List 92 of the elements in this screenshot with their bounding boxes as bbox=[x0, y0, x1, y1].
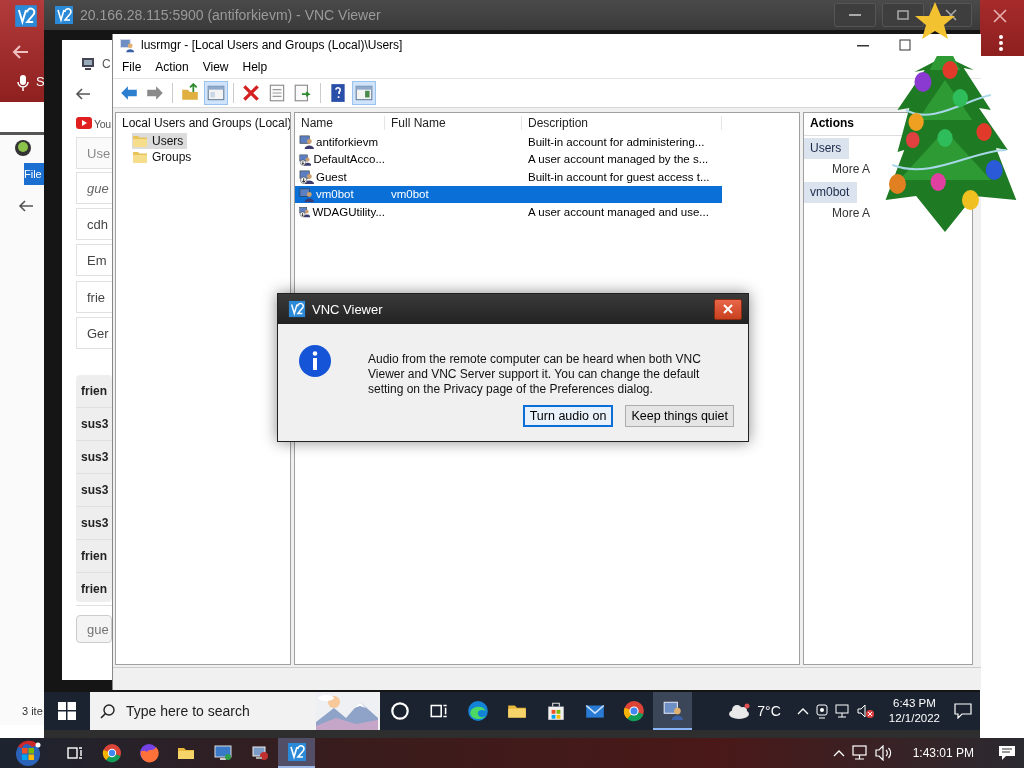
column-header[interactable]: Name bbox=[295, 116, 385, 130]
volume-muted-icon[interactable] bbox=[856, 704, 875, 718]
start-orb-icon[interactable] bbox=[14, 739, 42, 767]
minimize-button[interactable] bbox=[834, 3, 876, 27]
app-logo-icon bbox=[288, 300, 306, 318]
menu-item[interactable]: Action bbox=[148, 60, 196, 74]
camera-icon[interactable] bbox=[814, 703, 829, 719]
network-computer-icon bbox=[249, 743, 270, 763]
table-cell: WDAGUtility... bbox=[312, 205, 385, 218]
app-logo-icon bbox=[54, 5, 74, 25]
menu-item[interactable]: View bbox=[195, 60, 236, 74]
monitor-icon bbox=[212, 743, 233, 763]
input-field[interactable]: gue bbox=[76, 615, 112, 643]
notification-icon[interactable] bbox=[998, 745, 1016, 761]
microphone-icon bbox=[16, 74, 30, 92]
computer-icon bbox=[80, 56, 96, 72]
close-button[interactable] bbox=[714, 298, 742, 320]
table-cell: A user account managed by the s... bbox=[528, 153, 709, 166]
action-link[interactable]: More A bbox=[804, 203, 870, 224]
console-tree-icon[interactable] bbox=[204, 81, 228, 105]
table-cell: Built-in account for administering... bbox=[528, 135, 705, 148]
maximize-icon bbox=[897, 10, 909, 20]
chevron-up-icon[interactable] bbox=[796, 707, 809, 715]
computer-users-icon bbox=[661, 699, 684, 721]
menu-item[interactable]: File bbox=[115, 60, 149, 74]
tab-label[interactable]: C bbox=[102, 57, 111, 71]
clock-time: 6:43 PM bbox=[893, 696, 936, 711]
back-arrow-icon[interactable] bbox=[18, 199, 34, 213]
tree-item[interactable]: Users bbox=[132, 133, 188, 149]
chevron-up-icon[interactable] bbox=[832, 749, 845, 757]
browser-icon bbox=[101, 743, 122, 763]
clock-date: 12/1/2022 bbox=[888, 711, 940, 726]
network-icon[interactable] bbox=[834, 704, 851, 718]
dialog-message: Audio from the remote computer can be heard when both VNC Viewer and VNC Server support it. You can change the default setting on the Privacy page of the Preferences dialog. bbox=[367, 351, 702, 398]
folder-icon bbox=[132, 134, 148, 148]
dialog-title: VNC Viewer bbox=[312, 301, 383, 317]
status-text: 3 ite bbox=[22, 705, 43, 717]
search-field[interactable]: Type here to search bbox=[124, 702, 308, 720]
maximize-icon[interactable] bbox=[899, 39, 911, 51]
clock-time: 1:43:01 PM bbox=[911, 746, 975, 760]
user-row[interactable]: antiforkievm Built-in account for administering... bbox=[295, 133, 722, 151]
play-logo-icon bbox=[76, 117, 92, 129]
cloud-icon bbox=[727, 702, 752, 720]
user-row[interactable]: vm0bot vm0bot bbox=[295, 185, 722, 203]
search-icon bbox=[100, 703, 116, 719]
folder-icon bbox=[132, 150, 148, 164]
section-header[interactable]: Users bbox=[804, 138, 850, 159]
maximize-button[interactable] bbox=[882, 3, 924, 27]
action-pane-icon[interactable] bbox=[352, 81, 376, 105]
table-cell: vm0bot bbox=[391, 188, 429, 201]
circle-icon bbox=[388, 700, 411, 722]
back-arrow-icon[interactable] bbox=[75, 87, 91, 101]
app-logo-icon bbox=[14, 4, 38, 28]
action-link[interactable]: More A bbox=[804, 159, 870, 180]
tab-label: S bbox=[36, 74, 45, 89]
wave-logo-icon bbox=[466, 700, 489, 722]
close-icon bbox=[723, 304, 733, 314]
start-icon[interactable] bbox=[58, 702, 76, 720]
minimize-icon bbox=[849, 14, 861, 16]
column-header[interactable]: Description bbox=[522, 116, 722, 130]
close-icon[interactable] bbox=[992, 8, 1008, 24]
app-logo-icon bbox=[286, 742, 307, 762]
computer-users-icon bbox=[119, 37, 135, 53]
menu-item[interactable]: File bbox=[24, 163, 44, 185]
tree-item[interactable]: Local Users and Groups (Local) bbox=[116, 113, 290, 133]
table-cell: antiforkievm bbox=[316, 135, 378, 148]
section-header[interactable]: vm0bot bbox=[804, 182, 858, 203]
table-cell: Guest bbox=[316, 170, 347, 183]
table-cell: DefaultAcco... bbox=[313, 153, 385, 166]
bookmark-link[interactable]: You bbox=[94, 118, 111, 130]
tree-item[interactable]: Groups bbox=[132, 149, 196, 165]
window-title: 20.166.28.115:5900 (antiforkievm) - VNC Viewer bbox=[80, 7, 381, 23]
table-cell: Built-in account for guest access t... bbox=[528, 170, 710, 183]
temperature: 7°C bbox=[757, 703, 782, 719]
dialog-button[interactable]: Keep things quiet bbox=[625, 405, 734, 427]
browser-icon bbox=[622, 700, 645, 722]
menu-icon[interactable] bbox=[998, 34, 1004, 52]
notification-icon[interactable] bbox=[954, 703, 972, 719]
taskbar-button[interactable] bbox=[278, 738, 315, 768]
app-icon bbox=[14, 139, 32, 157]
menu-item[interactable]: Help bbox=[235, 60, 275, 74]
star-icon bbox=[914, 0, 956, 40]
browser-background bbox=[980, 0, 1024, 56]
window-title: lusrmgr - [Local Users and Groups (Local)\Users] bbox=[141, 38, 403, 52]
network-icon[interactable] bbox=[850, 745, 869, 761]
info-icon bbox=[298, 344, 332, 378]
globe-browser-icon bbox=[138, 743, 159, 763]
table-cell: A user account managed and use... bbox=[528, 205, 709, 218]
table-cell: vm0bot bbox=[316, 188, 354, 201]
column-header[interactable]: Full Name bbox=[385, 116, 522, 130]
dialog-button[interactable]: Turn audio on bbox=[522, 405, 614, 427]
search-box[interactable]: Type here to search bbox=[90, 692, 380, 730]
